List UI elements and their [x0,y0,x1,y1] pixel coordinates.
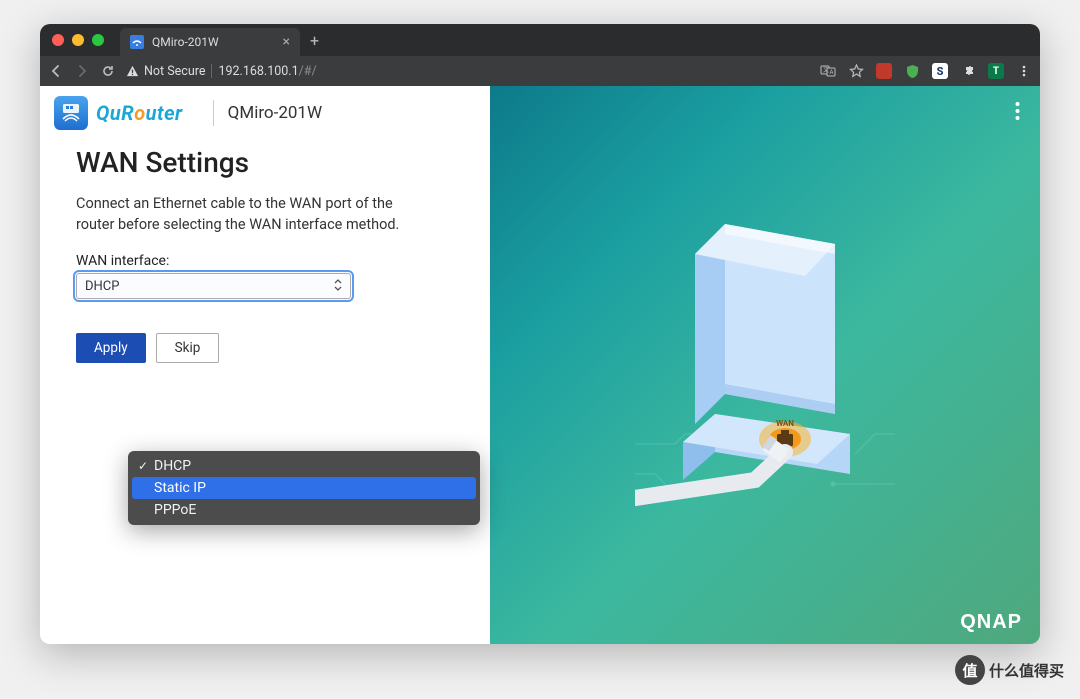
app-header: QuRouter QMiro-201W [40,86,1040,140]
watermark-icon: 值 [955,655,985,685]
button-row: Apply Skip [76,333,454,363]
tab-title: QMiro-201W [152,35,219,49]
option-dhcp[interactable]: DHCP [132,455,476,477]
bookmark-star-icon[interactable] [848,63,864,79]
address-bar: Not Secure 192.168.100.1/#/ 文A S T [40,56,1040,86]
divider [211,64,212,78]
page-description: Connect an Ethernet cable to the WAN por… [76,193,406,235]
new-tab-button[interactable]: + [300,31,329,50]
browser-tab[interactable]: QMiro-201W × [120,28,300,56]
forward-button[interactable] [74,63,90,79]
qnap-logo: QNAP [960,611,1022,634]
extension-shield-icon[interactable] [904,63,920,79]
device-name: QMiro-201W [228,103,322,123]
apply-button[interactable]: Apply [76,333,146,363]
extensions-puzzle-icon[interactable] [960,63,976,79]
illustration-panel: WAN QNAP [490,86,1040,644]
extension-tray: 文A S T [820,63,1032,79]
watermark: 值 什么值得买 [955,655,1064,685]
close-tab-button[interactable]: × [283,34,290,50]
security-indicator[interactable]: Not Secure [126,64,205,79]
settings-panel: WAN Settings Connect an Ethernet cable t… [40,86,490,644]
url-host: 192.168.100.1 [218,64,298,79]
router-illustration: WAN [635,184,895,524]
tab-strip: QMiro-201W × + [40,24,1040,56]
chevron-updown-icon [334,279,342,294]
svg-text:文: 文 [823,66,829,74]
svg-text:A: A [830,69,834,76]
divider [213,100,214,126]
option-static-ip[interactable]: Static IP [132,477,476,499]
wan-interface-select[interactable]: DHCP [76,273,351,299]
minimize-window-button[interactable] [72,34,84,46]
app-content: QuRouter QMiro-201W WAN Settings Connect… [40,86,1040,644]
tab-favicon-icon [130,35,144,49]
wan-interface-label: WAN interface: [76,253,454,269]
wan-port-label: WAN [776,419,794,428]
warning-icon [126,65,139,78]
option-pppoe[interactable]: PPPoE [132,499,476,521]
extension-s-icon[interactable]: S [932,63,948,79]
skip-button[interactable]: Skip [156,333,220,363]
window-controls [52,34,104,46]
translate-icon[interactable]: 文A [820,63,836,79]
reload-button[interactable] [100,63,116,79]
browser-menu-icon[interactable] [1016,63,1032,79]
select-value: DHCP [85,279,119,294]
page-title: WAN Settings [76,146,454,179]
back-button[interactable] [48,63,64,79]
profile-badge-icon[interactable]: T [988,63,1004,79]
security-text: Not Secure [144,64,205,79]
brand-text: QuRouter [96,101,183,125]
wan-interface-dropdown: DHCP Static IP PPPoE [128,451,480,525]
menu-button[interactable] [1009,95,1026,131]
extension-1-icon[interactable] [876,63,892,79]
browser-window: QMiro-201W × + Not Secure 192.168.100.1/… [40,24,1040,644]
url-path: /#/ [299,64,317,79]
url-input[interactable]: Not Secure 192.168.100.1/#/ [126,60,800,82]
app-logo-icon [54,96,88,130]
close-window-button[interactable] [52,34,64,46]
maximize-window-button[interactable] [92,34,104,46]
watermark-text: 什么值得买 [989,660,1064,681]
